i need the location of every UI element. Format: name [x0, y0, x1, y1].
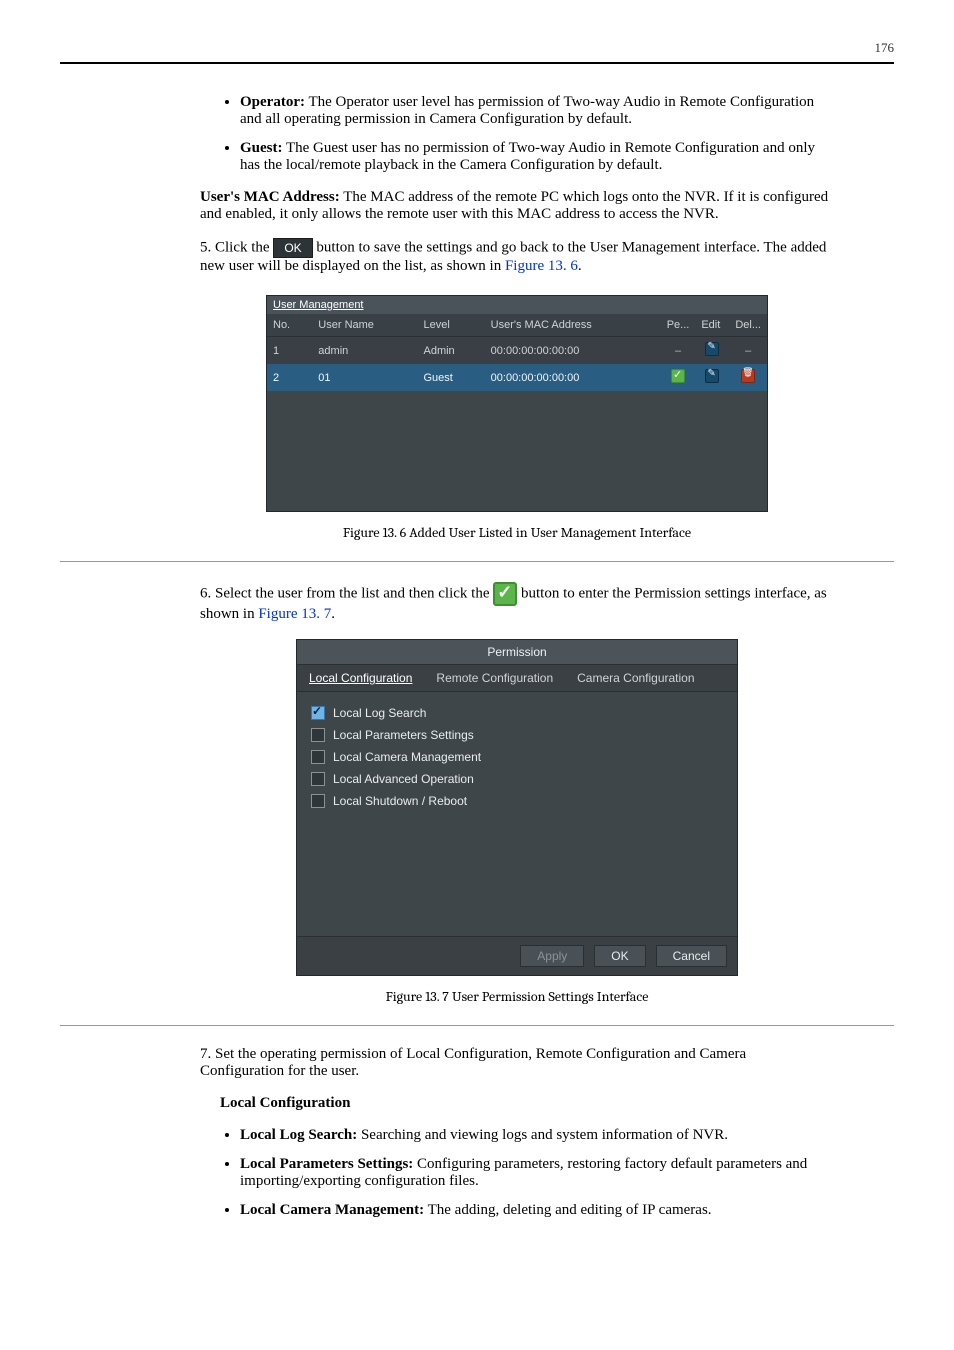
cell-name: admin	[312, 337, 417, 365]
section-rule-2	[60, 1025, 894, 1026]
perm-item[interactable]: Local Log Search	[311, 702, 723, 724]
cell-no: 2	[267, 364, 312, 391]
cancel-button[interactable]: Cancel	[656, 945, 727, 967]
intro-list: Operator: The Operator user level has pe…	[200, 94, 834, 174]
perm-footer: Apply OK Cancel	[297, 936, 737, 975]
um-header-row: No. User Name Level User's MAC Address P…	[267, 314, 767, 337]
step5-num: 5.	[200, 239, 215, 255]
permission-panel: Permission Local Configuration Remote Co…	[296, 639, 738, 976]
section-rule-1	[60, 561, 894, 562]
ok-button[interactable]: OK	[594, 945, 645, 967]
dash-icon: –	[675, 345, 681, 357]
lc-camera-mgmt: Local Camera Management: The adding, del…	[240, 1202, 834, 1219]
um-col-del: Del...	[729, 314, 767, 337]
perm-item-label: Local Parameters Settings	[333, 728, 474, 742]
lc-text: The adding, deleting and editing of IP c…	[424, 1202, 711, 1218]
step7-num: 7.	[200, 1046, 215, 1062]
guest-label: Guest:	[240, 140, 283, 156]
cell-mac: 00:00:00:00:00:00	[485, 337, 661, 365]
step6-num: 6.	[200, 585, 215, 601]
cell-no: 1	[267, 337, 312, 365]
dash-icon: –	[745, 345, 751, 357]
page-number: 176	[60, 40, 894, 56]
checkbox-icon[interactable]	[311, 750, 325, 764]
fig6-link[interactable]: Figure 13. 6	[505, 258, 578, 274]
um-title: User Management	[267, 296, 767, 314]
lc-text: Searching and viewing logs and system in…	[357, 1127, 728, 1143]
user-management-panel: User Management No. User Name Level User…	[266, 295, 768, 512]
apply-button[interactable]: Apply	[520, 945, 584, 967]
operator-label: Operator:	[240, 94, 305, 110]
um-table: No. User Name Level User's MAC Address P…	[267, 314, 767, 391]
checkbox-icon[interactable]	[311, 706, 325, 720]
figure-7-caption: Figure 13. 7 User Permission Settings In…	[200, 988, 834, 1005]
step6: 6. Select the user from the list and the…	[200, 582, 834, 623]
perm-item[interactable]: Local Advanced Operation	[311, 768, 723, 790]
guest-text: The Guest user has no permission of Two-…	[240, 140, 815, 173]
tab-local-configuration[interactable]: Local Configuration	[297, 665, 424, 691]
mac-label: User's MAC Address:	[200, 189, 340, 205]
fig7-link[interactable]: Figure 13. 7	[258, 606, 331, 622]
um-col-mac: User's MAC Address	[485, 314, 661, 337]
perm-item-label: Local Advanced Operation	[333, 772, 474, 786]
table-row[interactable]: 2 01 Guest 00:00:00:00:00:00	[267, 364, 767, 391]
perm-item[interactable]: Local Parameters Settings	[311, 724, 723, 746]
perm-item[interactable]: Local Camera Management	[311, 746, 723, 768]
ok-button[interactable]: OK	[273, 238, 312, 258]
permission-button-icon[interactable]	[493, 582, 517, 606]
perm-title: Permission	[297, 640, 737, 665]
step6-c: .	[331, 606, 335, 622]
perm-body: Local Log Search Local Parameters Settin…	[297, 692, 737, 936]
operator-text: The Operator user level has permission o…	[240, 94, 814, 127]
cell-level: Admin	[417, 337, 484, 365]
step5-a: Click the	[215, 239, 273, 255]
perm-tabs: Local Configuration Remote Configuration…	[297, 665, 737, 692]
permission-icon[interactable]	[671, 369, 685, 383]
cell-name: 01	[312, 364, 417, 391]
um-blank-area	[267, 391, 767, 511]
table-row[interactable]: 1 admin Admin 00:00:00:00:00:00 – –	[267, 337, 767, 365]
um-col-name: User Name	[312, 314, 417, 337]
checkbox-icon[interactable]	[311, 772, 325, 786]
step7-text: Set the operating permission of Local Co…	[200, 1046, 746, 1079]
intro-operator: Operator: The Operator user level has pe…	[240, 94, 834, 128]
cell-mac: 00:00:00:00:00:00	[485, 364, 661, 391]
um-col-level: Level	[417, 314, 484, 337]
local-config-heading: Local Configuration	[220, 1095, 834, 1112]
step5-c: .	[578, 258, 582, 274]
lc-label: Local Log Search:	[240, 1127, 357, 1143]
um-col-edit: Edit	[695, 314, 729, 337]
step5: 5. Click the OK button to save the setti…	[200, 238, 834, 275]
checkbox-icon[interactable]	[311, 728, 325, 742]
lc-param-settings: Local Parameters Settings: Configuring p…	[240, 1156, 834, 1190]
perm-item-label: Local Camera Management	[333, 750, 481, 764]
lc-log-search: Local Log Search: Searching and viewing …	[240, 1127, 834, 1144]
checkbox-icon[interactable]	[311, 794, 325, 808]
edit-icon[interactable]	[705, 369, 719, 383]
um-col-pe: Pe...	[661, 314, 696, 337]
intro-guest: Guest: The Guest user has no permission …	[240, 140, 834, 174]
perm-item-label: Local Shutdown / Reboot	[333, 794, 467, 808]
figure-6-caption: Figure 13. 6 Added User Listed in User M…	[200, 524, 834, 541]
tab-camera-configuration[interactable]: Camera Configuration	[565, 665, 706, 691]
edit-icon[interactable]	[705, 342, 719, 356]
um-col-no: No.	[267, 314, 312, 337]
step6-a: Select the user from the list and then c…	[215, 585, 490, 601]
mac-paragraph: User's MAC Address: The MAC address of t…	[200, 189, 834, 223]
lc-label: Local Camera Management:	[240, 1202, 424, 1218]
step7: 7. Set the operating permission of Local…	[200, 1046, 834, 1080]
local-config-list: Local Log Search: Searching and viewing …	[200, 1127, 834, 1219]
header-rule	[60, 62, 894, 64]
lc-label: Local Parameters Settings:	[240, 1156, 413, 1172]
cell-level: Guest	[417, 364, 484, 391]
perm-item[interactable]: Local Shutdown / Reboot	[311, 790, 723, 812]
delete-icon[interactable]	[741, 369, 755, 383]
tab-remote-configuration[interactable]: Remote Configuration	[424, 665, 565, 691]
perm-item-label: Local Log Search	[333, 706, 426, 720]
